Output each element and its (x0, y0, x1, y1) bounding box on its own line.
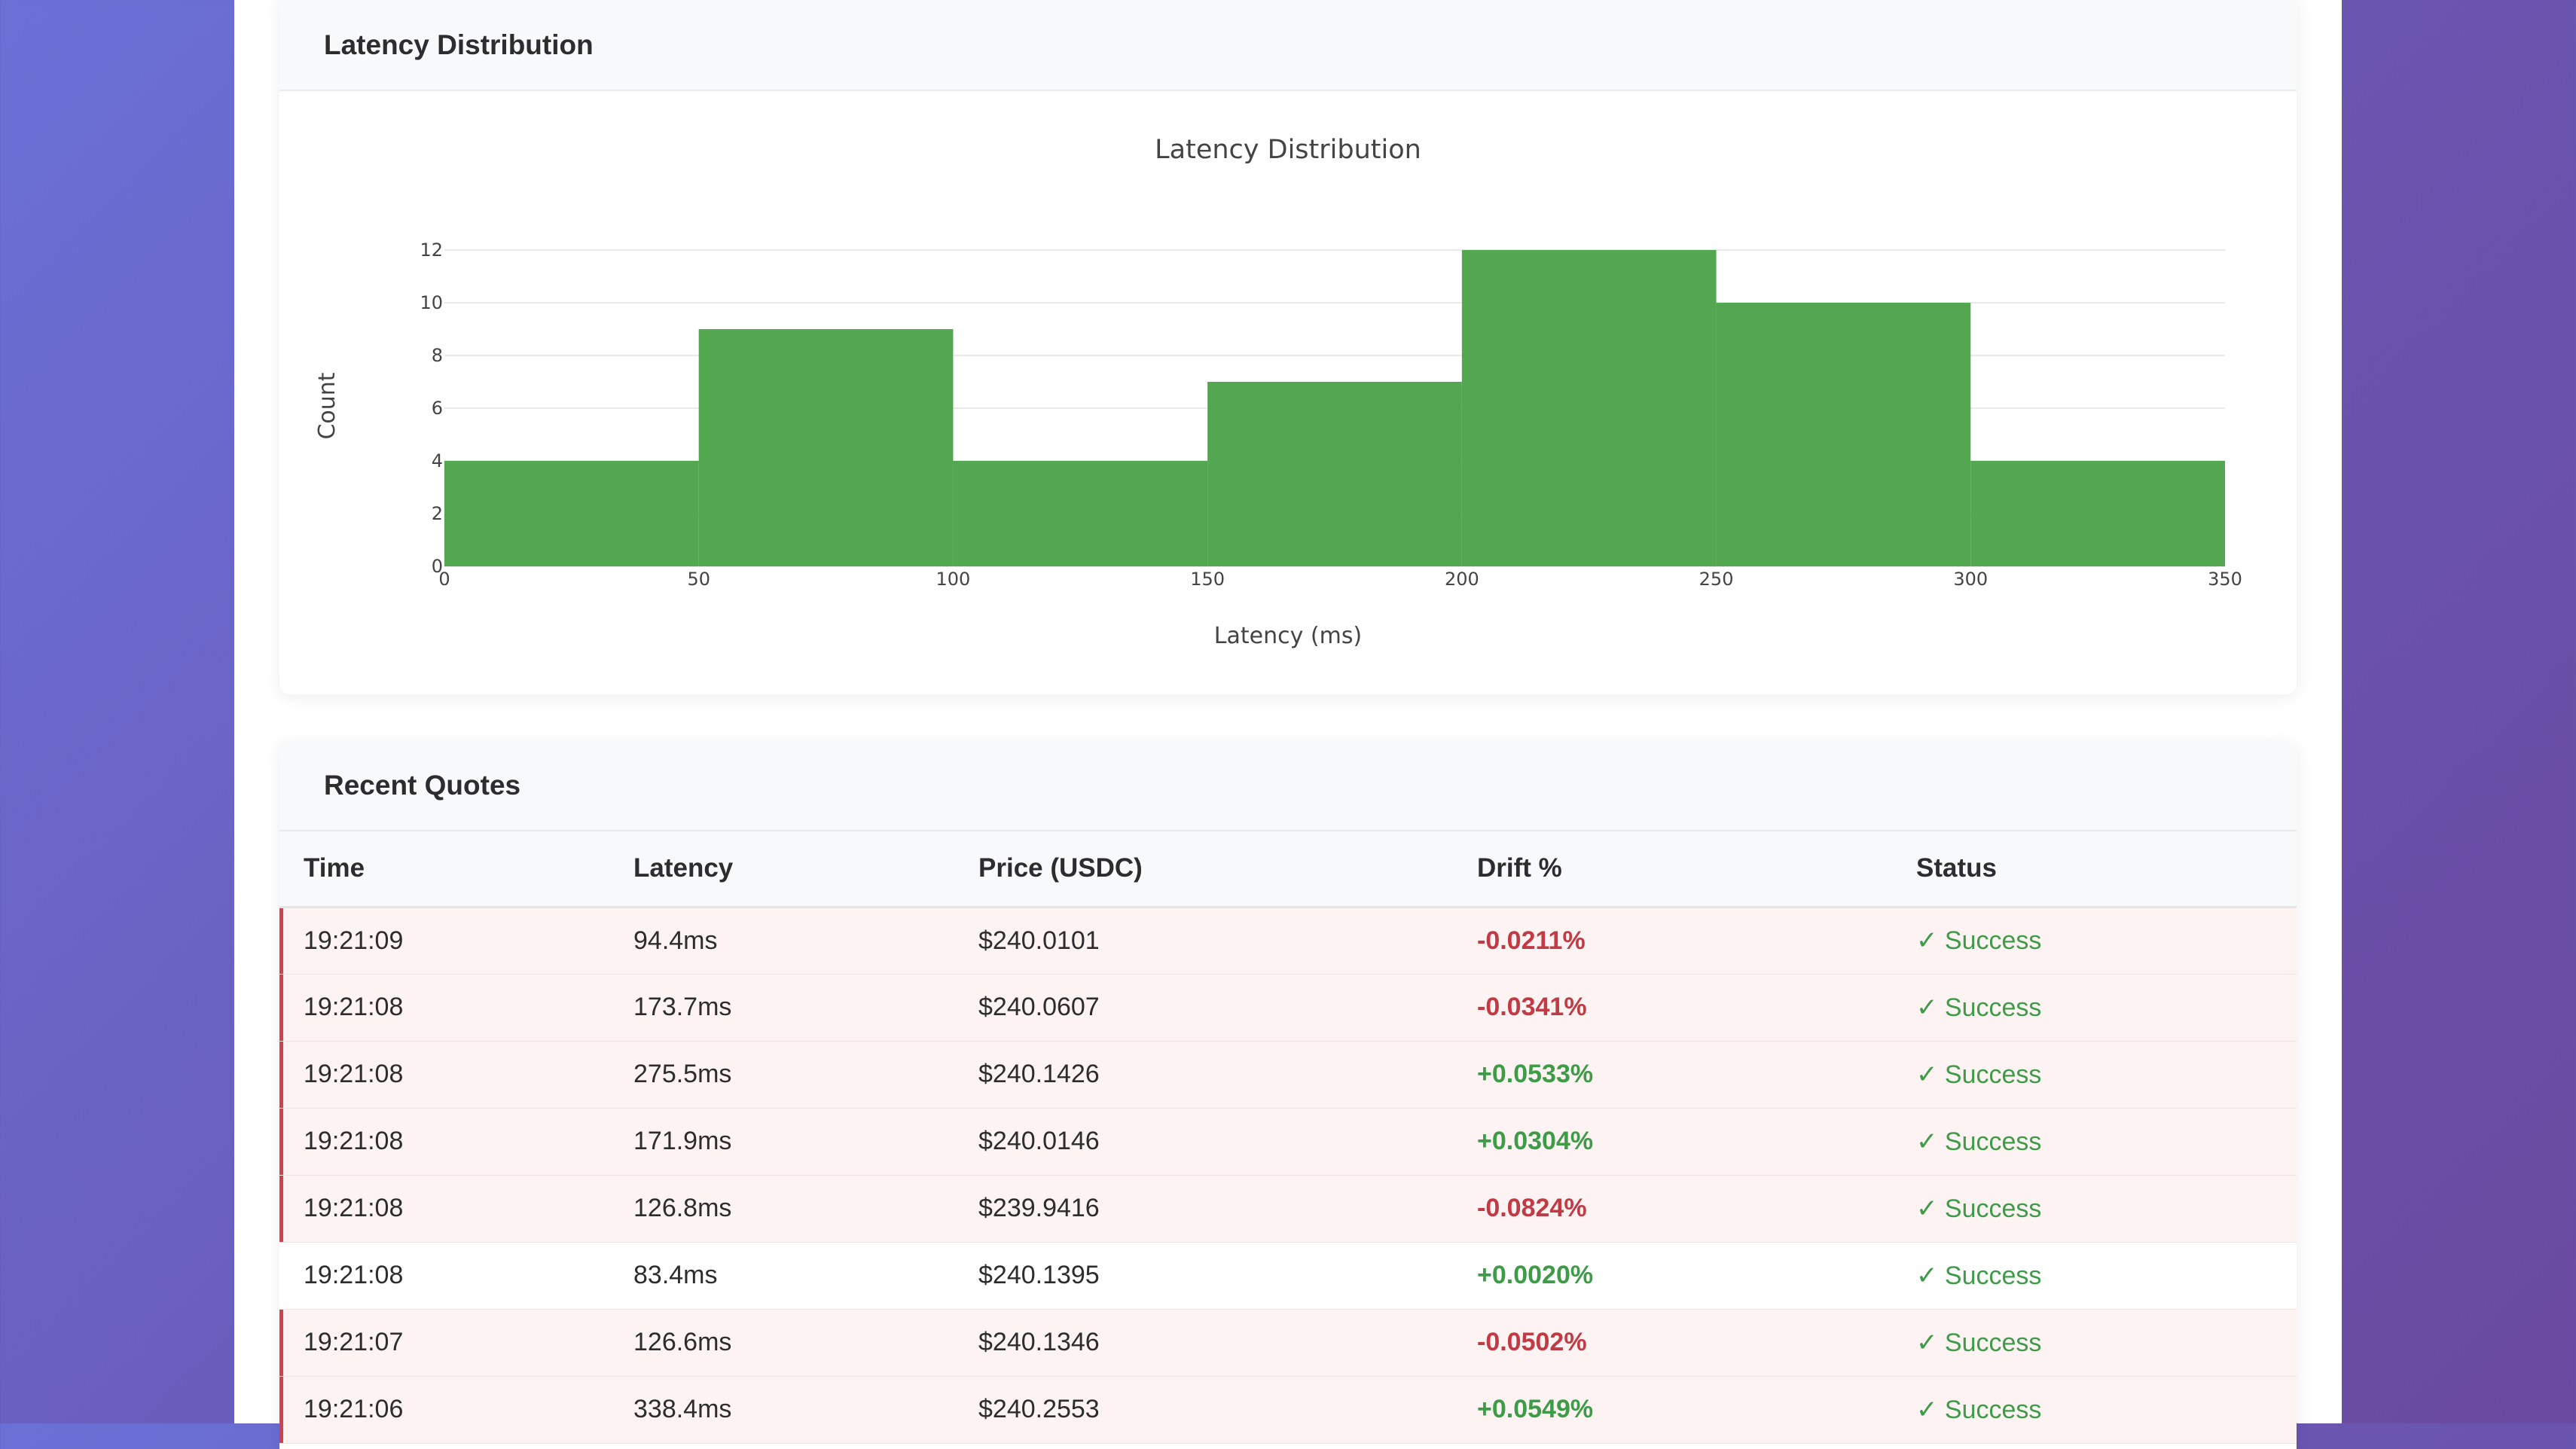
status-cell: ✓ Success (1916, 1041, 2297, 1109)
status-cell: ✓ Success (1916, 907, 2297, 975)
table-row: 19:21:08 173.7ms $240.0607 -0.0341% ✓ Succes… (279, 974, 2297, 1042)
drift-cell: +0.0304% (1477, 1108, 1916, 1176)
quotes-table: Time Latency Price (USDC) Drift % Status… (279, 831, 2297, 1444)
column-header-time: Time (279, 831, 633, 908)
price-cell: $240.2553 (978, 1376, 1477, 1444)
price-cell: $240.1426 (978, 1041, 1477, 1109)
drift-cell: -0.0502% (1477, 1309, 1916, 1377)
y-tick-label: 12 (420, 239, 443, 261)
x-tick-label: 350 (2208, 569, 2242, 590)
status-cell: ✓ Success (1916, 1309, 2297, 1377)
price-cell: $240.1346 (978, 1309, 1477, 1377)
time-cell: 19:21:08 (279, 974, 633, 1042)
chart-bars (444, 250, 2225, 566)
x-axis-ticks: 0 50 100 150 200 250 300 350 (438, 569, 2242, 590)
time-cell: 19:21:08 (279, 1242, 633, 1310)
latency-histogram: Latency Distribution 0 50 100 150 200 250 300 3… (314, 135, 2242, 649)
histogram-bar (444, 461, 699, 566)
table-row: 19:21:08 275.5ms $240.1426 +0.0533% ✓ Succes… (279, 1041, 2297, 1109)
drift-cell: -0.0211% (1477, 907, 1916, 975)
y-tick-label: 4 (432, 450, 443, 471)
column-header-drift: Drift % (1477, 831, 1916, 908)
y-tick-label: 0 (432, 556, 443, 577)
x-tick-label: 200 (1445, 569, 1479, 590)
latency-cell: 275.5ms (633, 1041, 978, 1109)
histogram-bar (1716, 303, 1971, 566)
status-cell: ✓ Success (1916, 1175, 2297, 1243)
histogram-bar (1461, 250, 1717, 566)
latency-distribution-card: Latency Distribution Latency Distributio… (279, 0, 2297, 694)
y-axis-label: Count (314, 372, 340, 439)
table-row: 19:21:07 126.6ms $240.1346 -0.0502% ✓ Succes… (279, 1309, 2297, 1377)
y-axis-ticks: 0 2 4 6 8 10 12 (420, 239, 443, 577)
y-tick-label: 6 (432, 398, 443, 419)
x-tick-label: 300 (1953, 569, 1988, 590)
column-header-latency: Latency (633, 831, 978, 908)
y-tick-label: 8 (432, 345, 443, 366)
x-tick-label: 100 (936, 569, 971, 590)
price-cell: $240.0607 (978, 974, 1477, 1042)
dashboard-page: Latency Distribution Latency Distributio… (234, 0, 2342, 1449)
latency-cell: 171.9ms (633, 1108, 978, 1176)
x-axis-label: Latency (ms) (1214, 623, 1362, 649)
time-cell: 19:21:06 (279, 1376, 633, 1444)
column-header-price: Price (USDC) (978, 831, 1477, 908)
latency-cell: 126.6ms (633, 1309, 978, 1377)
price-cell: $239.9416 (978, 1175, 1477, 1243)
card-header: Latency Distribution (279, 0, 2297, 91)
status-cell: ✓ Success (1916, 1108, 2297, 1176)
histogram-bar (698, 329, 954, 566)
table-row: 19:21:08 126.8ms $239.9416 -0.0824% ✓ Succes… (279, 1175, 2297, 1243)
table-row: 19:21:08 171.9ms $240.0146 +0.0304% ✓ Succes… (279, 1108, 2297, 1176)
chart-title: Latency Distribution (1155, 135, 1421, 165)
price-cell: $240.1395 (978, 1242, 1477, 1310)
x-tick-label: 50 (687, 569, 710, 590)
x-tick-label: 150 (1190, 569, 1225, 590)
column-header-status: Status (1916, 831, 2297, 908)
drift-cell: -0.0824% (1477, 1175, 1916, 1243)
time-cell: 19:21:09 (279, 907, 633, 975)
histogram-bar (953, 461, 1208, 566)
status-cell: ✓ Success (1916, 1242, 2297, 1310)
drift-cell: +0.0549% (1477, 1376, 1916, 1444)
recent-quotes-card: Recent Quotes Time Latency Price (USDC) … (279, 741, 2297, 1449)
quotes-table-body: 19:21:09 94.4ms $240.0101 -0.0211% ✓ Success… (279, 907, 2297, 1444)
status-cell: ✓ Success (1916, 974, 2297, 1042)
latency-cell: 83.4ms (633, 1242, 978, 1310)
histogram-bar (1207, 382, 1462, 566)
time-cell: 19:21:08 (279, 1108, 633, 1176)
card-title: Latency Distribution (324, 29, 594, 60)
latency-cell: 338.4ms (633, 1376, 978, 1444)
card-header: Recent Quotes (279, 741, 2297, 831)
price-cell: $240.0101 (978, 907, 1477, 975)
price-cell: $240.0146 (978, 1108, 1477, 1176)
latency-cell: 94.4ms (633, 907, 978, 975)
time-cell: 19:21:08 (279, 1175, 633, 1243)
time-cell: 19:21:08 (279, 1041, 633, 1109)
latency-cell: 173.7ms (633, 974, 978, 1042)
y-tick-label: 10 (420, 292, 443, 313)
card-title: Recent Quotes (324, 770, 521, 801)
y-tick-label: 2 (432, 503, 443, 524)
status-cell: ✓ Success (1916, 1376, 2297, 1444)
table-row: 19:21:08 83.4ms $240.1395 +0.0020% ✓ Success (279, 1242, 2297, 1310)
table-row: 19:21:09 94.4ms $240.0101 -0.0211% ✓ Success (279, 907, 2297, 975)
x-tick-label: 250 (1699, 569, 1734, 590)
drift-cell: -0.0341% (1477, 974, 1916, 1042)
drift-cell: +0.0020% (1477, 1242, 1916, 1310)
histogram-bar (1970, 461, 2225, 566)
table-row: 19:21:06 338.4ms $240.2553 +0.0549% ✓ Succes… (279, 1376, 2297, 1444)
time-cell: 19:21:07 (279, 1309, 633, 1377)
table-header-row: Time Latency Price (USDC) Drift % Status (279, 831, 2297, 908)
latency-cell: 126.8ms (633, 1175, 978, 1243)
drift-cell: +0.0533% (1477, 1041, 1916, 1109)
